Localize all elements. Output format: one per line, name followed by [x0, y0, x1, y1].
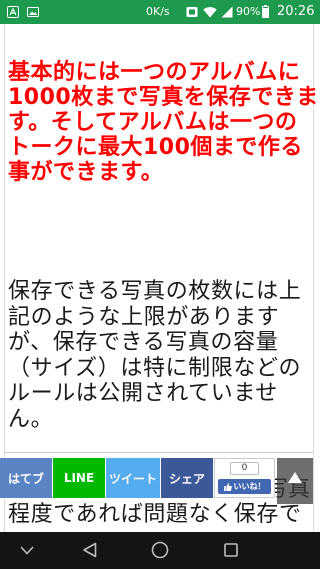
highlight-line: す。そしてアルバムは一つの — [8, 110, 298, 135]
app-notification-icon — [7, 6, 19, 18]
battery-level-fill — [263, 8, 268, 17]
page-content[interactable]: 基本的には一つのアルバムに 1000枚まで写真を保存できま す。そしてアルバムは… — [0, 24, 320, 532]
body-line: （サイズ）は特に制限などの — [8, 355, 302, 381]
like-button[interactable]: いいね！ — [218, 479, 271, 494]
network-type-icon — [186, 6, 198, 18]
thumbs-up-icon — [223, 482, 232, 491]
body-line: 記のような上限があります — [8, 304, 280, 330]
scroll-to-top-button[interactable] — [277, 458, 313, 504]
body-line: 保存できる写真の枚数には上 — [8, 279, 302, 304]
status-bar: 0K/s 90% 20:26 — [0, 0, 320, 24]
clock: 20:26 — [277, 4, 315, 19]
wifi-icon — [203, 6, 217, 18]
share-bar: はてブ LINE ツイート シェア 0 いいね！ — [0, 458, 320, 504]
back-icon[interactable] — [82, 542, 98, 558]
chevron-down-icon[interactable] — [20, 546, 34, 555]
line-share-button[interactable]: LINE — [53, 458, 105, 498]
highlight-line: 事ができます。 — [8, 160, 164, 185]
like-widget: 0 いいね！ — [214, 458, 275, 498]
body-line: ルールは公開されていませ — [8, 381, 278, 407]
up-arrow-icon — [288, 472, 302, 483]
battery-icon — [262, 5, 269, 18]
tweet-button[interactable]: ツイート — [106, 458, 160, 498]
highlight-paragraph: 基本的には一つのアルバムに 1000枚まで写真を保存できま す。そしてアルバムは… — [8, 60, 319, 185]
signal-icon — [221, 6, 233, 18]
body-line: が、保存できる写真の容量 — [8, 330, 279, 356]
navigation-bar — [0, 532, 320, 569]
divider — [4, 452, 313, 453]
hatena-bookmark-button[interactable]: はてブ — [0, 458, 52, 498]
image-icon — [27, 6, 39, 18]
like-count: 0 — [230, 462, 259, 475]
facebook-share-button[interactable]: シェア — [161, 458, 213, 498]
highlight-line: 基本的には一つのアルバムに — [8, 60, 301, 85]
battery-percent: 90% — [236, 5, 261, 18]
body-paragraph: 保存できる写真の枚数には上 記のような上限があります が、保存できる写真の容量 … — [8, 279, 301, 433]
partial-text-line: 程度であれば問題なく保存で — [8, 502, 302, 527]
highlight-line: 1000枚まで写真を保存できま — [8, 85, 319, 110]
highlight-line: トークに最大100個まで作る — [8, 135, 303, 160]
body-line: ん。 — [8, 406, 54, 432]
like-label: いいね！ — [233, 482, 266, 491]
home-icon[interactable] — [151, 541, 169, 559]
network-speed: 0K/s — [146, 5, 170, 18]
recent-apps-icon[interactable] — [224, 543, 238, 557]
